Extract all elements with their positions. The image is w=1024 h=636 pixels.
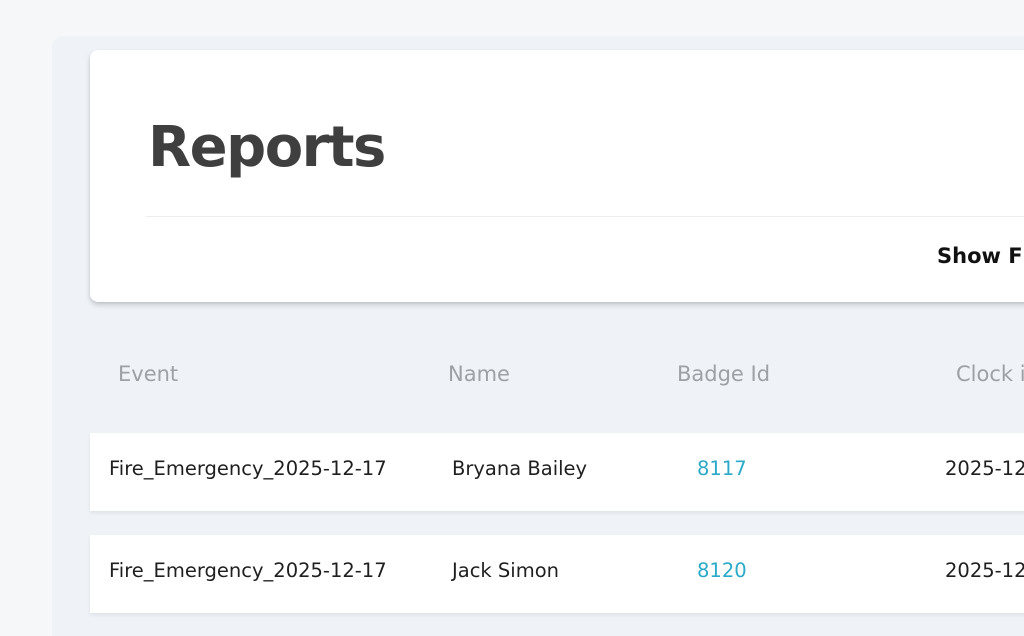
cell-clock-in: 2025-12	[945, 457, 1024, 480]
table-row[interactable]: Fire_Emergency_2025-12-17 Bryana Bailey …	[90, 433, 1024, 511]
page-title: Reports	[148, 115, 386, 180]
column-header-badge-id[interactable]: Badge Id	[677, 362, 770, 386]
cell-event: Fire_Emergency_2025-12-17	[109, 559, 387, 582]
show-filters-button[interactable]: Show Fi	[937, 244, 1024, 268]
header-divider	[146, 216, 1024, 217]
reports-header-card: Reports Show Fi	[90, 50, 1024, 302]
cell-clock-in: 2025-12	[945, 559, 1024, 582]
column-header-name[interactable]: Name	[448, 362, 510, 386]
cell-badge-id-link[interactable]: 8120	[697, 559, 747, 582]
table-row[interactable]: Fire_Emergency_2025-12-17 Jack Simon 812…	[90, 535, 1024, 613]
cell-name: Bryana Bailey	[452, 457, 588, 480]
column-header-event[interactable]: Event	[118, 362, 178, 386]
cell-badge-id-link[interactable]: 8117	[697, 457, 747, 480]
cell-event: Fire_Emergency_2025-12-17	[109, 457, 387, 480]
column-header-clock-in[interactable]: Clock i	[956, 362, 1024, 386]
cell-name: Jack Simon	[452, 559, 559, 582]
reports-page: Reports Show Fi Event Name Badge Id Cloc…	[52, 36, 1024, 636]
